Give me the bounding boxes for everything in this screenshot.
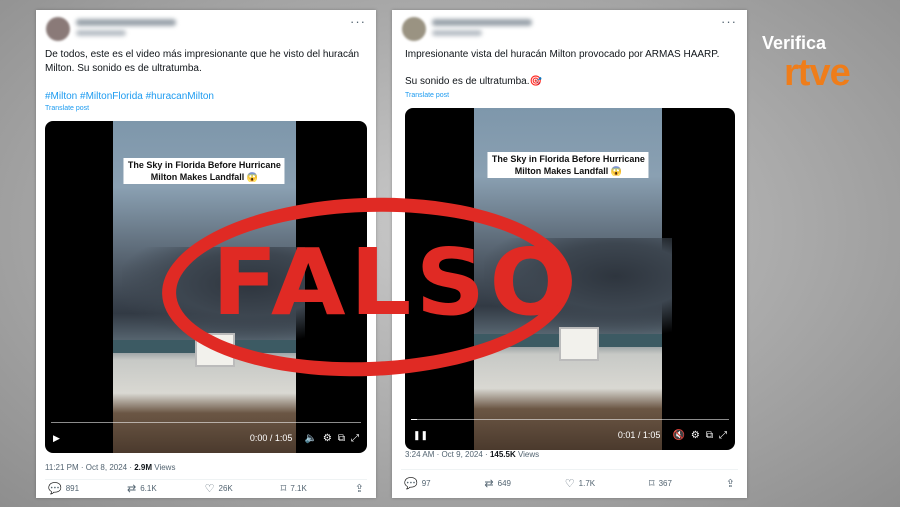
play-icon[interactable]: ▶ <box>53 433 60 444</box>
blurred-handle <box>76 30 126 36</box>
tweet-text-line: Su sonido es de ultratumba.🎯 <box>405 76 542 87</box>
views-count: 2.9M <box>134 463 153 472</box>
video-caption-line: The Sky in Florida Before Hurricane <box>491 154 645 165</box>
reply-icon: 💬 <box>404 478 418 490</box>
video-caption: The Sky in Florida Before Hurricane Milt… <box>487 152 649 179</box>
more-icon[interactable]: ··· <box>721 15 737 28</box>
bookmark-button[interactable]: ⌑ 367 <box>649 477 672 490</box>
reply-count: 891 <box>65 484 80 493</box>
timestamp-date[interactable]: 3:24 AM · Oct 9, 2024 · <box>405 450 490 459</box>
reply-count: 97 <box>421 479 431 488</box>
video-time: 0:00 / 1:05 <box>249 433 293 443</box>
views-count: 145.5K <box>489 450 516 459</box>
action-bar: 💬 891 ⇄ 6.1K ♡ 26K ⌑ 7.1K ⇪ <box>48 482 364 495</box>
translate-link[interactable]: Translate post <box>45 105 89 112</box>
like-icon: ♡ <box>564 478 575 490</box>
settings-icon[interactable]: ⚙ <box>323 433 332 444</box>
bookmark-icon: ⌑ <box>280 483 287 495</box>
timestamp-date[interactable]: 11:21 PM · Oct 8, 2024 · <box>45 463 134 472</box>
tweet-text: Impresionante vista del huracán Milton p… <box>405 48 719 89</box>
tweet-text: De todos, este es el video más impresion… <box>45 48 359 76</box>
video-controls: ❚❚ 0:01 / 1:05 🔇 ⚙ ⧉ ⤢ <box>413 428 727 442</box>
video-caption-line: The Sky in Florida Before Hurricane <box>127 159 281 170</box>
volume-icon[interactable]: 🔇 <box>672 430 684 441</box>
falso-stamp-text: FALSO <box>211 229 576 336</box>
repost-count: 649 <box>497 479 511 488</box>
reply-icon: 💬 <box>48 483 62 495</box>
avatar[interactable] <box>402 17 426 41</box>
share-icon: ⇪ <box>354 483 364 495</box>
like-button[interactable]: ♡ 26K <box>205 482 233 495</box>
volume-icon[interactable]: 🔈 <box>304 433 316 444</box>
share-icon: ⇪ <box>725 478 735 490</box>
translate-link[interactable]: Translate post <box>405 92 449 99</box>
video-time: 0:01 / 1:05 <box>617 430 661 440</box>
repost-icon: ⇄ <box>127 483 137 495</box>
repost-button[interactable]: ⇄ 649 <box>484 477 511 490</box>
pause-icon[interactable]: ❚❚ <box>413 430 428 441</box>
pip-icon[interactable]: ⧉ <box>338 433 345 444</box>
tweet-text-line: Impresionante vista del huracán Milton p… <box>405 49 720 60</box>
video-caption-line: Milton Makes Landfall 😱 <box>514 166 622 177</box>
pip-icon[interactable]: ⧉ <box>706 430 713 441</box>
views-label: Views <box>515 450 540 459</box>
share-button[interactable]: ⇪ <box>355 482 364 495</box>
reply-button[interactable]: 💬 891 <box>48 482 79 495</box>
like-button[interactable]: ♡ 1.7K <box>565 477 595 490</box>
blurred-username <box>432 19 532 26</box>
bookmark-count: 367 <box>658 479 672 488</box>
video-progress-bar[interactable] <box>51 421 361 423</box>
repost-button[interactable]: ⇄ 6.1K <box>127 482 157 495</box>
timestamp: 3:24 AM · Oct 9, 2024 · 145.5K Views <box>405 450 539 459</box>
tweet-text-line: Milton. Su sonido es de ultratumba. <box>45 63 202 74</box>
page: { "tweet1": { "text_line1": "De todos, e… <box>0 0 900 507</box>
more-icon[interactable]: ··· <box>350 15 366 28</box>
tweet-text-line: De todos, este es el video más impresion… <box>45 49 360 60</box>
bookmark-button[interactable]: ⌑ 7.1K <box>281 482 307 495</box>
blurred-username <box>76 19 176 26</box>
video-controls: ▶ 0:00 / 1:05 🔈 ⚙ ⧉ ⤢ <box>53 431 359 445</box>
like-count: 1.7K <box>578 479 596 488</box>
repost-count: 6.1K <box>140 484 157 493</box>
fullscreen-icon[interactable]: ⤢ <box>719 430 727 441</box>
repost-icon: ⇄ <box>484 478 494 490</box>
fullscreen-icon[interactable]: ⤢ <box>351 433 359 444</box>
divider <box>45 479 367 480</box>
video-caption: The Sky in Florida Before Hurricane Milt… <box>123 157 285 184</box>
rtve-logo: rtve <box>784 52 851 94</box>
bookmark-icon: ⌑ <box>648 478 655 490</box>
like-count: 26K <box>218 484 233 493</box>
blurred-handle <box>432 30 482 36</box>
video-progress-bar[interactable] <box>411 418 729 420</box>
like-icon: ♡ <box>204 483 215 495</box>
views-label: Views <box>152 463 176 472</box>
settings-icon[interactable]: ⚙ <box>691 430 700 441</box>
verifica-logo-text: Verifica <box>762 33 827 53</box>
bookmark-count: 7.1K <box>290 484 307 493</box>
share-button[interactable]: ⇪ <box>726 477 735 490</box>
action-bar: 💬 97 ⇄ 649 ♡ 1.7K ⌑ 367 ⇪ <box>404 477 735 490</box>
divider <box>401 469 738 470</box>
reply-button[interactable]: 💬 97 <box>404 477 431 490</box>
timestamp: 11:21 PM · Oct 8, 2024 · 2.9M Views <box>45 463 175 472</box>
hashtags[interactable]: #Milton #MiltonFlorida #huracanMilton <box>45 91 214 102</box>
video-progress-fill <box>411 418 418 420</box>
avatar[interactable] <box>46 17 70 41</box>
video-caption-line: Milton Makes Landfall 😱 <box>150 171 258 182</box>
